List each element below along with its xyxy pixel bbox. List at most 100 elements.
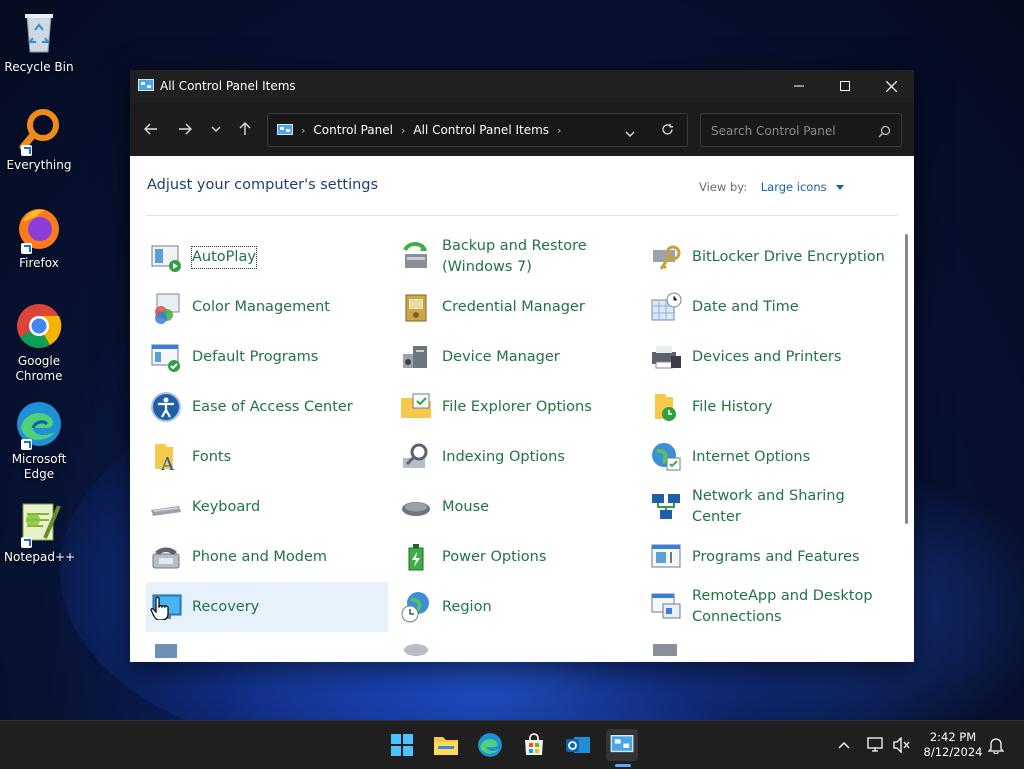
item-credential-manager[interactable]: Credential Manager <box>396 282 638 332</box>
breadcrumb-control-panel[interactable]: Control Panel <box>313 123 393 137</box>
item-keyboard[interactable]: Keyboard <box>146 482 388 532</box>
item-phone-and-modem[interactable]: Phone and Modem <box>146 532 388 582</box>
item-label[interactable]: Devices and Printers <box>692 347 841 368</box>
title-bar[interactable]: All Control Panel Items <box>130 70 914 102</box>
item-label[interactable]: Phone and Modem <box>192 547 327 568</box>
item-label[interactable]: Mouse <box>442 497 489 518</box>
item-label[interactable]: Keyboard <box>192 497 260 518</box>
item-label[interactable]: BitLocker Drive Encryption <box>692 247 885 268</box>
desktop-icon-firefox[interactable]: Firefox <box>4 204 74 271</box>
item-label[interactable]: Default Programs <box>192 347 318 368</box>
view-by-label: View by: <box>699 180 748 194</box>
desktop-icon-recycle-bin[interactable]: Recycle Bin <box>4 8 74 75</box>
volume-muted-icon[interactable] <box>892 735 912 755</box>
view-by-control[interactable]: View by: Large icons <box>699 180 845 194</box>
recycle-bin-icon <box>15 8 63 56</box>
taskbar-control-panel[interactable] <box>606 729 638 761</box>
item-programs-and-features[interactable]: Programs and Features <box>646 532 888 582</box>
item-label[interactable]: RemoteApp and Desktop Connections <box>692 586 882 628</box>
refresh-icon[interactable] <box>661 123 674 139</box>
start-button[interactable] <box>386 729 418 761</box>
taskbar-edge[interactable] <box>474 729 506 761</box>
item-internet-options[interactable]: Internet Options <box>646 432 888 482</box>
view-by-value[interactable]: Large icons <box>761 180 827 194</box>
item-label[interactable]: Internet Options <box>692 447 810 468</box>
search-box[interactable] <box>700 113 902 147</box>
item-file-history[interactable]: File History <box>646 382 888 432</box>
item-label[interactable]: Power Options <box>442 547 546 568</box>
item-backup-and-restore[interactable]: Backup and Restore (Windows 7) <box>396 232 638 282</box>
item-ease-of-access[interactable]: Ease of Access Center <box>146 382 388 432</box>
system-clock[interactable]: 2:42 PM 8/12/2024 <box>920 730 986 760</box>
taskbar-outlook[interactable] <box>562 729 594 761</box>
item-recovery[interactable]: Recovery <box>146 582 388 632</box>
hand-cursor-icon <box>150 596 170 624</box>
breadcrumb-chevron-icon[interactable]: › <box>557 124 561 137</box>
taskbar-microsoft-store[interactable] <box>518 729 550 761</box>
item-file-explorer-options[interactable]: File Explorer Options <box>396 382 638 432</box>
desktop-icon-notepad-plus-plus[interactable]: Notepad++ <box>4 498 75 565</box>
folder-icon <box>434 737 458 755</box>
item-label[interactable]: Recovery <box>192 597 259 618</box>
taskbar-file-explorer[interactable] <box>430 729 462 761</box>
item-bitlocker[interactable]: BitLocker Drive Encryption <box>646 232 888 282</box>
show-hidden-icons-chevron-icon[interactable] <box>834 735 854 755</box>
item-label[interactable]: Fonts <box>192 447 231 468</box>
forward-button[interactable] <box>173 117 197 141</box>
item-mouse[interactable]: Mouse <box>396 482 638 532</box>
item-date-and-time[interactable]: Date and Time <box>646 282 888 332</box>
vertical-scrollbar[interactable] <box>905 234 908 524</box>
item-label[interactable]: File History <box>692 397 772 418</box>
item-partial-row[interactable] <box>396 632 638 662</box>
caret-down-icon[interactable] <box>836 185 845 190</box>
divider <box>146 215 898 216</box>
clock-time: 2:42 PM <box>929 730 977 744</box>
search-icon[interactable] <box>878 123 891 142</box>
item-region[interactable]: Region <box>396 582 638 632</box>
item-indexing-options[interactable]: Indexing Options <box>396 432 638 482</box>
desktop-icon-everything[interactable]: Everything <box>4 106 74 173</box>
item-partial-row[interactable] <box>646 632 888 662</box>
item-autoplay[interactable]: AutoPlay <box>146 232 388 282</box>
item-default-programs[interactable]: Default Programs <box>146 332 388 382</box>
breadcrumb-all-items[interactable]: All Control Panel Items <box>413 123 549 137</box>
item-partial-row[interactable] <box>146 632 388 662</box>
search-input[interactable] <box>709 121 873 141</box>
item-label[interactable]: AutoPlay <box>191 245 257 269</box>
network-monitor-icon[interactable] <box>866 735 886 755</box>
item-label[interactable]: Ease of Access Center <box>192 397 353 418</box>
item-label[interactable]: Indexing Options <box>442 447 565 468</box>
store-icon <box>525 733 543 755</box>
recent-locations-button[interactable] <box>204 117 228 141</box>
item-label[interactable]: Credential Manager <box>442 297 585 318</box>
item-fonts[interactable]: A Fonts <box>146 432 388 482</box>
notification-bell-icon[interactable] <box>986 735 1006 755</box>
item-power-options[interactable]: Power Options <box>396 532 638 582</box>
address-bar[interactable]: › Control Panel › All Control Panel Item… <box>267 113 688 147</box>
item-label[interactable]: Color Management <box>192 297 330 318</box>
item-remoteapp[interactable]: RemoteApp and Desktop Connections <box>646 582 888 632</box>
back-button[interactable] <box>139 117 163 141</box>
item-devices-and-printers[interactable]: Devices and Printers <box>646 332 888 382</box>
edge-icon <box>15 400 63 450</box>
item-device-manager[interactable]: Device Manager <box>396 332 638 382</box>
item-label[interactable]: File Explorer Options <box>442 397 592 418</box>
close-button[interactable] <box>868 70 914 102</box>
item-label[interactable]: Device Manager <box>442 347 560 368</box>
desktop-icon-google-chrome[interactable]: Google Chrome <box>4 302 74 384</box>
taskbar: 2:42 PM 8/12/2024 <box>0 720 1024 769</box>
address-dropdown-icon[interactable] <box>625 126 635 140</box>
page-heading: Adjust your computer's settings <box>147 177 379 193</box>
item-color-management[interactable]: Color Management <box>146 282 388 332</box>
item-label[interactable]: Region <box>442 597 492 618</box>
minimize-button[interactable] <box>776 70 822 102</box>
item-network-and-sharing[interactable]: Network and Sharing Center <box>646 482 888 532</box>
up-button[interactable] <box>233 117 257 141</box>
maximize-button[interactable] <box>822 70 868 102</box>
item-label[interactable]: Backup and Restore (Windows 7) <box>442 236 632 278</box>
item-label[interactable]: Network and Sharing Center <box>692 486 882 528</box>
item-label[interactable]: Programs and Features <box>692 547 860 568</box>
desktop-icon-microsoft-edge[interactable]: Microsoft Edge <box>4 400 74 482</box>
printer-icon <box>649 340 683 374</box>
item-label[interactable]: Date and Time <box>692 297 799 318</box>
